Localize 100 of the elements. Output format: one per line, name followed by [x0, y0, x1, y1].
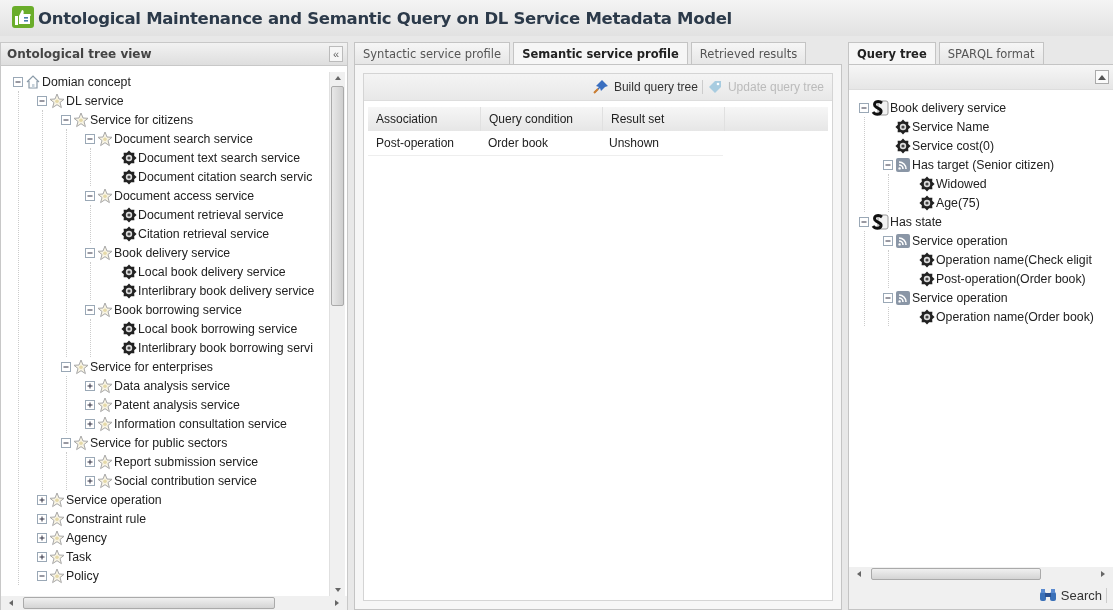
tab[interactable]: Query tree	[848, 42, 936, 65]
panel-title: Ontological tree view	[7, 47, 152, 61]
tree-item[interactable]: Citation retrieval service	[138, 226, 270, 241]
tab[interactable]: Semantic service profile	[513, 42, 688, 65]
tree-item[interactable]: Data analysis service	[114, 378, 231, 393]
search-button[interactable]: Search	[1034, 587, 1107, 603]
horizontal-scrollbar[interactable]	[849, 567, 1113, 581]
collapse-icon[interactable]	[883, 292, 893, 303]
feed-icon	[895, 289, 911, 306]
star-icon	[97, 301, 113, 318]
vertical-scrollbar[interactable]	[329, 72, 345, 596]
tree-item[interactable]: Service operation	[912, 233, 1008, 248]
tree-item[interactable]: Book delivery service	[114, 245, 231, 260]
collapse-icon[interactable]	[61, 114, 71, 125]
gear-icon	[121, 225, 137, 242]
tab[interactable]: Retrieved results	[690, 42, 807, 64]
tree-item[interactable]: Service operation	[912, 290, 1008, 305]
tree-item[interactable]: DL service	[66, 93, 124, 108]
expand-icon[interactable]	[37, 513, 47, 524]
gear-icon	[895, 118, 911, 135]
tree-item[interactable]: Operation name(Check eligit	[936, 252, 1092, 267]
tree-item[interactable]: Document text search service	[138, 150, 300, 165]
pushpin-icon	[592, 79, 609, 95]
tree-item[interactable]: Service operation	[66, 492, 162, 507]
star-icon	[73, 358, 89, 375]
column-header[interactable]: Result set	[603, 107, 725, 131]
tree-item[interactable]: Agency	[66, 530, 107, 545]
tree-item[interactable]: Local book borrowing service	[138, 321, 298, 336]
collapse-icon[interactable]	[85, 247, 95, 258]
tree-item[interactable]: Age(75)	[936, 195, 980, 210]
gear-icon	[121, 206, 137, 223]
tree-item[interactable]: Widowed	[936, 176, 987, 191]
collapse-up-button[interactable]	[1095, 70, 1109, 84]
tree-item[interactable]: Policy	[66, 568, 99, 583]
gear-icon	[919, 194, 935, 211]
tree-item[interactable]: Service for enterprises	[90, 359, 214, 374]
expand-icon[interactable]	[85, 475, 95, 486]
tree-item[interactable]: Constraint rule	[66, 511, 146, 526]
expand-icon[interactable]	[37, 494, 47, 505]
tree-item[interactable]: Has target (Senior citizen)	[912, 157, 1055, 172]
tree-item[interactable]: Service cost(0)	[912, 138, 994, 153]
tree-item[interactable]: Patent analysis service	[114, 397, 240, 412]
feed-icon	[895, 232, 911, 249]
column-header[interactable]: Query condition	[481, 107, 603, 131]
gear-icon	[895, 137, 911, 154]
table-row[interactable]: Post-operation Order book Unshown	[368, 131, 723, 156]
tree-item[interactable]: Service for citizens	[90, 112, 194, 127]
expand-icon[interactable]	[37, 551, 47, 562]
collapse-icon[interactable]	[85, 304, 95, 315]
collapse-icon[interactable]	[61, 437, 71, 448]
star-icon	[49, 567, 65, 584]
star-icon	[97, 377, 113, 394]
star-icon	[97, 453, 113, 470]
tree-item[interactable]: Has state	[890, 214, 942, 229]
tree-item[interactable]: Book delivery service	[890, 100, 1007, 115]
gear-icon	[121, 168, 137, 185]
star-icon	[97, 472, 113, 489]
collapse-icon[interactable]	[61, 361, 71, 372]
tree-item[interactable]: Document citation search servic	[138, 169, 313, 184]
expand-icon[interactable]	[85, 456, 95, 467]
tree-item[interactable]: Service for public sectors	[90, 435, 228, 450]
expand-icon[interactable]	[85, 399, 95, 410]
expand-icon[interactable]	[85, 380, 95, 391]
collapse-icon[interactable]	[883, 235, 893, 246]
horizontal-scrollbar[interactable]	[1, 596, 347, 610]
collapse-icon[interactable]	[883, 159, 893, 170]
tree-item[interactable]: Interlibrary book delivery service	[138, 283, 315, 298]
tree-item[interactable]: Local book delivery service	[138, 264, 286, 279]
tree-item[interactable]: Task	[66, 549, 92, 564]
column-header[interactable]: Association	[368, 107, 481, 131]
expand-icon[interactable]	[37, 532, 47, 543]
tree-item[interactable]: Post-operation(Order book)	[936, 271, 1086, 286]
tree-item[interactable]: Document search service	[114, 131, 253, 146]
tree-item[interactable]: Interlibrary book borrowing servi	[138, 340, 313, 355]
collapse-icon[interactable]	[13, 76, 23, 87]
tree-item[interactable]: Book borrowing service	[114, 302, 242, 317]
feed-icon	[895, 156, 911, 173]
tree-item[interactable]: Document access service	[114, 188, 255, 203]
collapse-icon[interactable]	[859, 216, 869, 227]
tree-item[interactable]: Operation name(Order book)	[936, 309, 1094, 324]
star-icon	[97, 130, 113, 147]
collapse-icon[interactable]	[85, 190, 95, 201]
tree-item[interactable]: Document retrieval service	[138, 207, 284, 222]
collapse-button[interactable]: «	[328, 46, 343, 62]
star-icon	[49, 510, 65, 527]
tree-item[interactable]: Domian concept	[42, 74, 131, 89]
expand-icon[interactable]	[85, 418, 95, 429]
collapse-icon[interactable]	[85, 133, 95, 144]
tree-item[interactable]: Information consultation service	[114, 416, 287, 431]
tree-item[interactable]: Service Name	[912, 119, 990, 134]
toolbar-button[interactable]: Build query tree	[588, 79, 702, 95]
table-cell-text: Order book	[487, 135, 550, 152]
tree-item[interactable]: Social contribution service	[114, 473, 257, 488]
tab[interactable]: SPARQL format	[938, 42, 1044, 64]
collapse-icon[interactable]	[859, 102, 869, 113]
collapse-icon[interactable]	[37, 570, 47, 581]
collapse-icon[interactable]	[37, 95, 47, 106]
gear-icon	[121, 320, 137, 337]
tab[interactable]: Syntactic service profile	[354, 42, 511, 64]
tree-item[interactable]: Report submission service	[114, 454, 259, 469]
